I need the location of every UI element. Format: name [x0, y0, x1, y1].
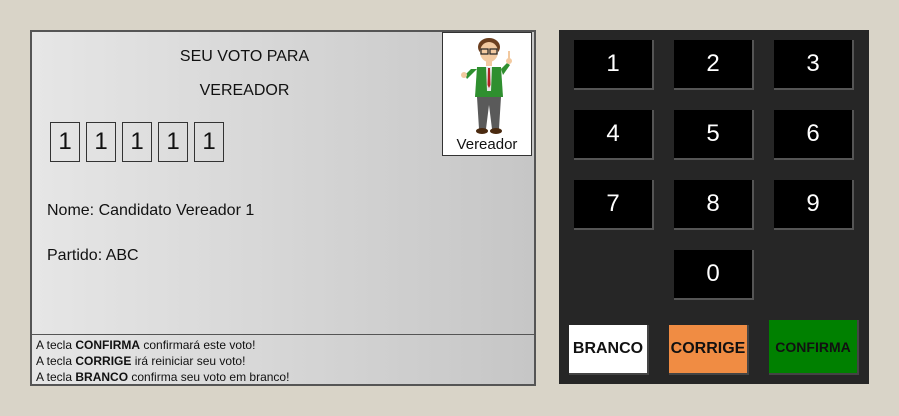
vote-for-title: SEU VOTO PARA [179, 48, 310, 65]
instruction-text: confirma seu voto em branco! [128, 370, 290, 384]
office-title: VEREADOR [199, 82, 290, 99]
ballot-screen: SEU VOTO PARA VEREADOR 1 1 1 1 1 Vereado… [30, 30, 536, 386]
key-7[interactable]: 7 [574, 180, 654, 230]
key-3[interactable]: 3 [774, 40, 854, 90]
instruction-corrige: A tecla CORRIGE irá reiniciar seu voto! [36, 353, 530, 369]
candidate-avatar-icon [461, 38, 512, 134]
key-0[interactable]: 0 [674, 250, 754, 300]
candidate-number-digits: 1 1 1 1 1 [50, 122, 224, 162]
instruction-key: BRANCO [75, 370, 129, 384]
instruction-text: A tecla [36, 370, 76, 384]
digit-box: 1 [122, 122, 152, 162]
key-5[interactable]: 5 [674, 110, 754, 160]
photo-caption: Vereador [456, 136, 518, 153]
digit-box: 1 [194, 122, 224, 162]
key-2[interactable]: 2 [674, 40, 754, 90]
confirma-button[interactable]: CONFIRMA [769, 320, 859, 375]
corrige-button[interactable]: CORRIGE [669, 325, 749, 375]
instruction-text: A tecla [36, 338, 76, 352]
key-8[interactable]: 8 [674, 180, 754, 230]
digit-box: 1 [50, 122, 80, 162]
digit-box: 1 [158, 122, 188, 162]
branco-button[interactable]: BRANCO [569, 325, 649, 375]
candidate-party: Partido: ABC [47, 247, 139, 264]
instruction-confirma: A tecla CONFIRMA confirmará este voto! [36, 337, 530, 353]
instruction-text: A tecla [36, 354, 76, 368]
key-6[interactable]: 6 [774, 110, 854, 160]
instruction-text: irá reiniciar seu voto! [131, 354, 246, 368]
key-4[interactable]: 4 [574, 110, 654, 160]
keypad: 1 2 3 4 5 6 7 8 9 0 BRANCO CORRIGE CONFI… [559, 30, 869, 384]
key-9[interactable]: 9 [774, 180, 854, 230]
instructions-panel: A tecla CONFIRMA confirmará este voto! A… [32, 334, 534, 384]
instruction-key: CONFIRMA [75, 338, 141, 352]
instruction-text: confirmará este voto! [140, 338, 256, 352]
key-1[interactable]: 1 [574, 40, 654, 90]
candidate-photo: Vereador [442, 32, 532, 156]
candidate-name: Nome: Candidato Vereador 1 [47, 202, 255, 219]
digit-box: 1 [86, 122, 116, 162]
instruction-key: CORRIGE [75, 354, 132, 368]
instruction-branco: A tecla BRANCO confirma seu voto em bran… [36, 369, 530, 385]
